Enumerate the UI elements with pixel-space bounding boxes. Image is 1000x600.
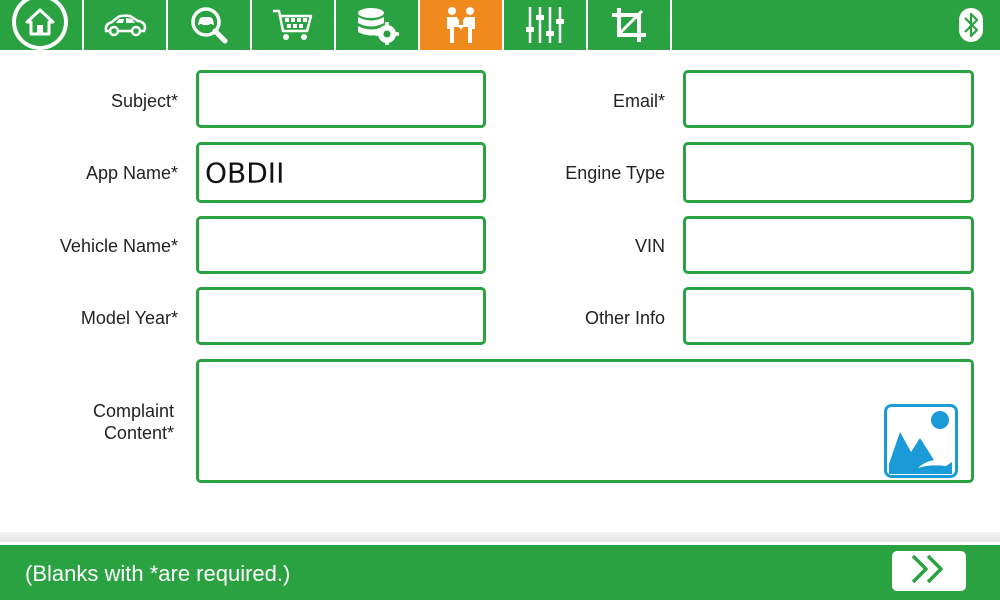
vehicle-search-icon (189, 5, 229, 45)
vin-label: VIN (634, 236, 665, 256)
shopping-cart-icon (271, 7, 315, 43)
subject-label: Subject* (110, 91, 178, 111)
tab-crop[interactable] (588, 0, 670, 50)
tab-home[interactable] (0, 0, 82, 50)
vin-field[interactable] (683, 216, 974, 274)
tab-feedback[interactable] (420, 0, 502, 50)
bottom-bar: (Blanks with *are required.) (0, 545, 1000, 600)
engine-type-field[interactable] (683, 142, 974, 203)
next-button[interactable] (892, 551, 966, 591)
model-year-label: Model Year* (80, 308, 178, 328)
required-hint: (Blanks with *are required.) (25, 561, 291, 586)
vehicle-name-label: Vehicle Name* (59, 236, 178, 256)
image-icon (884, 404, 958, 482)
tab-data[interactable] (336, 0, 418, 50)
car-icon (102, 12, 148, 38)
tab-vehicle[interactable] (84, 0, 166, 50)
complaint-label: Complaint Content* (4, 400, 174, 444)
complaint-label-line2: Content* (103, 423, 174, 443)
database-settings-icon (355, 5, 399, 45)
feedback-people-icon (441, 5, 481, 45)
double-chevron-right-icon (909, 553, 949, 590)
vehicle-name-field[interactable] (196, 216, 486, 274)
add-image-button[interactable] (884, 404, 958, 478)
top-toolbar (0, 0, 1000, 50)
tab-vehicle-search[interactable] (168, 0, 250, 50)
other-info-label: Other Info (584, 308, 665, 328)
footer-divider (0, 532, 1000, 542)
complaint-label-line1: Complaint (92, 401, 174, 421)
app-name-label: App Name* (85, 163, 178, 183)
app-name-value: OBDII (205, 156, 285, 189)
complaint-content-field[interactable] (196, 359, 974, 483)
tab-settings[interactable] (504, 0, 586, 50)
model-year-field[interactable] (196, 287, 486, 345)
sliders-icon (525, 5, 565, 45)
subject-field[interactable] (196, 70, 486, 128)
app-name-field[interactable]: OBDII (196, 142, 486, 203)
home-button[interactable] (12, 0, 68, 50)
engine-type-label: Engine Type (565, 163, 665, 183)
email-label: Email* (612, 91, 665, 111)
home-icon (24, 7, 56, 37)
email-field[interactable] (683, 70, 974, 128)
tab-store[interactable] (252, 0, 334, 50)
other-info-field[interactable] (683, 287, 974, 345)
bluetooth-icon (958, 7, 984, 43)
crop-icon (610, 6, 648, 44)
bluetooth-status[interactable] (672, 0, 1000, 50)
